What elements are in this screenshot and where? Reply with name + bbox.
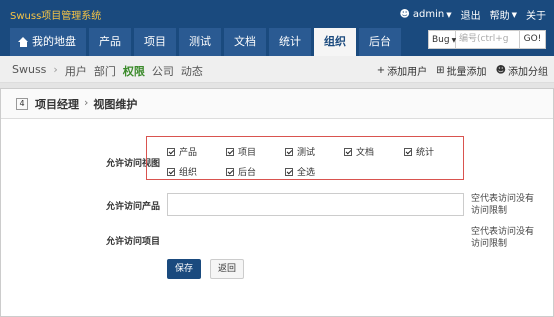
search-box: Bug ▼ 编号(ctrl+g GO! — [428, 30, 546, 49]
view-checkbox-project[interactable]: 项目 — [226, 145, 256, 158]
view-checkbox-select-all[interactable]: 全选 — [285, 165, 315, 178]
user-icon: ☻ — [399, 9, 410, 20]
batch-add-button[interactable]: ⊞ 批量添加 — [436, 63, 486, 78]
home-icon — [18, 37, 29, 47]
save-button[interactable]: 保存 — [167, 259, 201, 279]
panel-header: 4 项目经理 › 视图维护 — [1, 89, 553, 119]
subnav-company[interactable]: 公司 — [152, 63, 174, 79]
back-button[interactable]: 返回 — [210, 259, 244, 279]
checkbox-checked-icon — [344, 147, 352, 156]
checkbox-checked-icon — [285, 167, 293, 176]
tab-project[interactable]: 项目 — [134, 28, 176, 56]
products-hint: 空代表访问没有访问限制 — [471, 194, 535, 216]
tab-doc[interactable]: 文档 — [224, 28, 266, 56]
app-title: Swuss项目管理系统 — [10, 11, 102, 22]
main-nav: 我的地盘 产品 项目 测试 文档 统计 组织 后台 Bug ▼ 编号(ctrl+g… — [0, 26, 554, 56]
about-link[interactable]: 关于 — [526, 7, 546, 22]
view-checkbox-admin[interactable]: 后台 — [226, 165, 256, 178]
tab-label: 我的地盘 — [32, 35, 76, 48]
page-subtitle: 视图维护 — [93, 98, 138, 111]
group-id-badge: 4 — [16, 98, 28, 110]
user-menu[interactable]: ☻ admin ▼ — [399, 9, 451, 20]
tab-admin[interactable]: 后台 — [359, 28, 401, 56]
checkbox-checked-icon — [167, 147, 175, 156]
tab-report[interactable]: 统计 — [269, 28, 311, 56]
projects-hint: 空代表访问没有访问限制 — [471, 227, 535, 249]
tab-product[interactable]: 产品 — [89, 28, 131, 56]
checkbox-checked-icon — [226, 167, 234, 176]
products-input[interactable] — [167, 193, 464, 216]
user-bar: ☻ admin ▼ 退出 帮助 ▼ 关于 — [390, 7, 546, 22]
add-group-button[interactable]: ☻ 添加分组 — [496, 63, 548, 78]
sub-nav: Swuss › 用户 部门 权限 公司 动态 + 添加用户 ⊞ 批量添加 ☻ 添… — [0, 56, 554, 83]
view-checkbox-test[interactable]: 测试 — [285, 145, 315, 158]
user-name: admin — [412, 9, 445, 20]
group-name: 项目经理 — [35, 98, 79, 111]
subnav-actions: + 添加用户 ⊞ 批量添加 ☻ 添加分组 — [368, 63, 548, 78]
top-header: Swuss项目管理系统 ☻ admin ▼ 退出 帮助 ▼ 关于 我的地盘 产品… — [0, 0, 554, 56]
help-menu[interactable]: 帮助 ▼ — [489, 7, 517, 23]
add-user-button[interactable]: + 添加用户 — [377, 63, 427, 78]
checkbox-checked-icon — [167, 167, 175, 176]
checkbox-checked-icon — [404, 147, 412, 156]
search-type-select[interactable]: Bug ▼ — [428, 30, 456, 49]
subnav-dynamic[interactable]: 动态 — [181, 63, 203, 79]
logout-link[interactable]: 退出 — [461, 7, 481, 22]
products-label: 允许访问产品 — [106, 202, 161, 212]
subnav-user[interactable]: 用户 — [65, 63, 87, 79]
checkbox-checked-icon — [226, 147, 234, 156]
page-title: 项目经理 › 视图维护 — [35, 96, 137, 112]
checkbox-checked-icon — [285, 147, 293, 156]
batch-add-icon: ⊞ — [436, 65, 445, 76]
main-panel: 4 项目经理 › 视图维护 允许访问视图 产品 项目 测试 文档 统计 组织 后… — [0, 88, 554, 317]
group-icon: ☻ — [495, 65, 506, 76]
view-checkbox-report[interactable]: 统计 — [404, 145, 434, 158]
crumb-root[interactable]: Swuss — [12, 63, 46, 79]
chevron-down-icon: ▼ — [511, 10, 517, 19]
search-input[interactable]: 编号(ctrl+g — [456, 30, 520, 49]
projects-label: 允许访问项目 — [106, 237, 161, 247]
plus-icon: + — [376, 65, 386, 76]
title-separator: › — [84, 96, 89, 109]
tab-company[interactable]: 组织 — [314, 28, 356, 56]
chevron-down-icon: ▼ — [446, 10, 452, 19]
view-checkbox-company[interactable]: 组织 — [167, 165, 197, 178]
view-checkbox-doc[interactable]: 文档 — [344, 145, 374, 158]
tab-my-home[interactable]: 我的地盘 — [10, 28, 86, 56]
search-go-button[interactable]: GO! — [520, 30, 546, 49]
help-label: 帮助 — [489, 11, 510, 22]
tab-test[interactable]: 测试 — [179, 28, 221, 56]
subnav-dept[interactable]: 部门 — [94, 63, 116, 79]
view-checkbox-product[interactable]: 产品 — [167, 145, 197, 158]
breadcrumb: Swuss › 用户 部门 权限 公司 动态 — [12, 63, 210, 79]
subnav-group[interactable]: 权限 — [123, 63, 145, 79]
crumb-separator: › — [53, 63, 58, 76]
